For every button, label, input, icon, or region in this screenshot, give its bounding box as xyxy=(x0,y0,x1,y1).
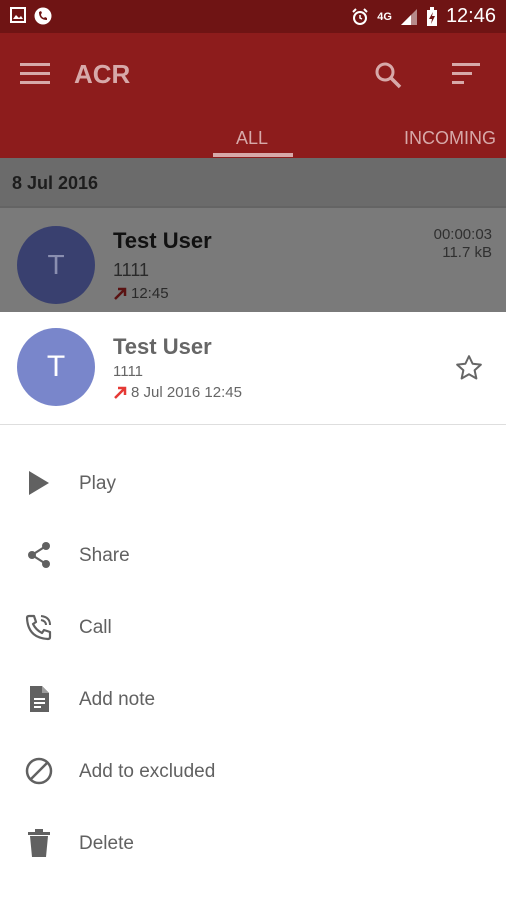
status-bar: 4G 12:46 xyxy=(0,0,506,33)
tab-all[interactable]: ALL xyxy=(236,128,268,149)
contact-number: 1111 xyxy=(113,260,150,280)
call-datetime: 8 Jul 2016 12:45 xyxy=(113,384,242,401)
app-title: ACR xyxy=(74,59,131,89)
status-time: 12:46 xyxy=(445,5,496,27)
add-to-excluded-label: Add to excluded xyxy=(79,761,216,782)
contact-name: Test User xyxy=(113,228,212,253)
play-label: Play xyxy=(79,473,116,494)
avatar: T xyxy=(17,226,95,304)
image-icon xyxy=(10,7,26,23)
star-icon[interactable] xyxy=(454,353,484,383)
avatar: T xyxy=(17,328,95,406)
tab-indicator xyxy=(213,153,293,157)
app-bar: ACR ALL INCOMING xyxy=(0,33,506,158)
outgoing-call-icon xyxy=(114,287,127,300)
date-header: 8 Jul 2016 xyxy=(0,158,506,206)
alarm-icon xyxy=(352,7,368,25)
date-header-label: 8 Jul 2016 xyxy=(12,173,99,193)
share-button[interactable]: Share xyxy=(0,526,506,586)
sheet-header: T Test User 1111 8 Jul 2016 12:45 xyxy=(0,312,506,425)
signal-icon xyxy=(400,8,417,25)
search-icon[interactable] xyxy=(372,59,404,91)
call-label: Call xyxy=(79,617,112,638)
add-note-label: Add note xyxy=(79,689,156,710)
recording-duration: 00:00:03 xyxy=(433,226,492,243)
share-icon xyxy=(28,542,50,568)
tab-incoming[interactable]: INCOMING xyxy=(404,128,496,149)
call-icon xyxy=(25,614,52,641)
outgoing-call-icon xyxy=(114,386,127,399)
call-time-label: 12:45 xyxy=(131,285,169,302)
recording-size: 11.7 kB xyxy=(442,244,492,261)
contact-number: 1111 xyxy=(113,363,144,380)
add-to-excluded-button[interactable]: Add to excluded xyxy=(0,742,506,802)
delete-button[interactable]: Delete xyxy=(0,814,506,874)
delete-label: Delete xyxy=(79,833,134,854)
sort-icon[interactable] xyxy=(452,63,482,87)
block-icon xyxy=(25,757,53,785)
recording-row[interactable]: T Test User 1111 12:45 00:00:03 11.7 kB xyxy=(0,206,506,314)
call-datetime-label: 8 Jul 2016 12:45 xyxy=(131,384,242,401)
phone-circle-icon xyxy=(34,7,52,25)
battery-charging-icon xyxy=(426,6,437,26)
menu-icon[interactable] xyxy=(20,63,50,87)
network-type: 4G xyxy=(377,10,392,23)
play-icon xyxy=(29,471,49,495)
share-label: Share xyxy=(79,545,130,566)
bottom-sheet: T Test User 1111 8 Jul 2016 12:45 Play S… xyxy=(0,312,506,900)
add-note-button[interactable]: Add note xyxy=(0,670,506,730)
contact-name: Test User xyxy=(113,334,212,359)
trash-icon xyxy=(28,829,50,857)
play-button[interactable]: Play xyxy=(0,454,506,514)
note-icon xyxy=(30,686,49,712)
call-time: 12:45 xyxy=(113,285,169,302)
call-button[interactable]: Call xyxy=(0,598,506,658)
